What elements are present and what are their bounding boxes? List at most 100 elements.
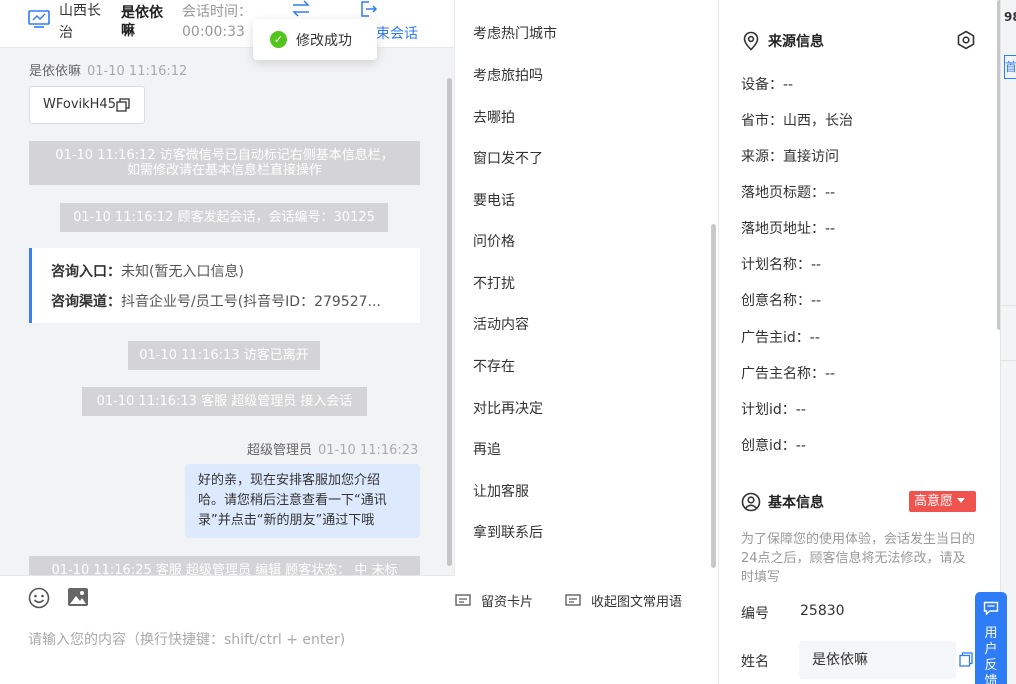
source-info-header: 来源信息 bbox=[741, 31, 824, 51]
toast-text: 修改成功 bbox=[296, 33, 352, 49]
quick-reply-panel: 考虑热门城市 考虑旅拍吗 去哪拍 窗口发不了 要电话 问价格 不打扰 活动内容 … bbox=[454, 0, 718, 576]
quick-reply-item[interactable]: 不打扰 bbox=[473, 273, 515, 293]
device-field: 设备：-- bbox=[741, 77, 794, 93]
chat-input-area: 留资卡片 收起图文常用语 请输入您的内容（换行快捷键：shift/ctrl + … bbox=[0, 575, 682, 684]
source-info-title: 来源信息 bbox=[768, 34, 824, 50]
card-icon bbox=[455, 594, 471, 606]
chat-scrollbar[interactable] bbox=[447, 78, 452, 566]
entry-value: 未知(暂无入口信息) bbox=[121, 264, 244, 280]
system-message: 01-10 11:16:25 客服 超级管理员 编辑 顾客状态： 中 未标 bbox=[29, 556, 420, 575]
quick-reply-item[interactable]: 考虑热门城市 bbox=[473, 23, 557, 43]
quick-reply-item[interactable]: 去哪拍 bbox=[473, 107, 515, 127]
channel-label: 咨询渠道： bbox=[51, 294, 121, 310]
customer-info-panel: 来源信息 设备：-- 省市：山西，长治 来源：直接访问 落地页标题：-- 落地页… bbox=[718, 0, 1002, 684]
feedback-label: 用户反馈 bbox=[984, 626, 998, 684]
intent-label: 高意愿 bbox=[914, 494, 954, 509]
edit-notice: 为了保障您的使用体验，会话发生当日的24点之后，顾客信息将无法修改，请及时填写 bbox=[741, 532, 976, 585]
visitor-message-meta: 是依依嘛 01-10 11:16:12 bbox=[29, 60, 187, 79]
chat-messages: 是依依嘛 01-10 11:16:12 WFovikH45 01-10 11:16… bbox=[0, 48, 454, 575]
agent-message-meta: 超级管理员 01-10 11:16:23 bbox=[247, 439, 418, 458]
quick-reply-item[interactable]: 再追 bbox=[473, 439, 501, 459]
copy-icon[interactable] bbox=[959, 652, 973, 667]
plan-id-field: 计划id：-- bbox=[741, 402, 806, 418]
edge-tab[interactable]: 首 bbox=[1004, 55, 1016, 79]
intent-dropdown[interactable]: 高意愿 bbox=[909, 491, 976, 512]
quick-reply-item[interactable]: 拿到联系后 bbox=[473, 522, 543, 542]
quick-reply-item[interactable]: 窗口发不了 bbox=[473, 148, 543, 168]
creative-id-field: 创意id：-- bbox=[741, 438, 806, 454]
number-label: 编号 bbox=[741, 606, 769, 622]
chat-header: 山西长治 是依依嘛 会话时间： 00:00:33 束会话 bbox=[0, 0, 454, 48]
lead-card-label: 留资卡片 bbox=[481, 595, 534, 610]
visitor-timestamp: 01-10 11:16:12 bbox=[87, 64, 188, 79]
background-page-edge: 98 首 bbox=[1000, 0, 1016, 684]
feedback-button[interactable]: 用户反馈 bbox=[975, 592, 1007, 684]
chat-panel: 山西长治 是依依嘛 会话时间： 00:00:33 束会话 ✓ 修改成功 是依依嘛… bbox=[0, 0, 682, 684]
quick-reply-item[interactable]: 考虑旅拍吗 bbox=[473, 65, 543, 85]
monitor-icon bbox=[28, 10, 50, 28]
session-time-label: 会话时间： bbox=[182, 4, 252, 20]
channel-value: 抖音企业号/员工号(抖音号ID：279527... bbox=[121, 294, 381, 310]
agent-sender: 超级管理员 bbox=[247, 443, 313, 458]
collapse-phrases-button[interactable]: 收起图文常用语 bbox=[565, 591, 682, 610]
name-field[interactable]: 是依依嘛 bbox=[799, 641, 956, 679]
number-value: 25830 bbox=[800, 603, 845, 619]
system-message-line: 如需修改请在基本信息栏直接操作 bbox=[126, 163, 322, 178]
system-message: 01-10 11:16:12 顾客发起会话，会话编号：30125 bbox=[60, 203, 388, 232]
source-field: 来源：直接访问 bbox=[741, 149, 839, 165]
feedback-icon bbox=[983, 601, 999, 615]
quick-reply-item[interactable]: 不存在 bbox=[473, 356, 515, 376]
copy-icon[interactable] bbox=[116, 98, 130, 112]
end-session-button[interactable]: 束会话 bbox=[376, 23, 418, 43]
visitor-location: 山西长治 bbox=[59, 3, 101, 41]
wechat-code-text: WFovikH45 bbox=[43, 97, 116, 112]
plan-name-field: 计划名称：-- bbox=[741, 257, 822, 273]
message-icon bbox=[565, 594, 581, 606]
location-pin-icon bbox=[743, 31, 759, 51]
quick-reply-item[interactable]: 活动内容 bbox=[473, 314, 529, 334]
transfer-icon[interactable] bbox=[290, 0, 312, 18]
advertiser-name-field: 广告主名称：-- bbox=[741, 366, 836, 382]
landing-url-field: 落地页地址：-- bbox=[741, 221, 836, 237]
exit-icon[interactable] bbox=[360, 0, 378, 18]
system-message: 01-10 11:16:13 访客已离开 bbox=[128, 341, 320, 370]
advertiser-id-field: 广告主id：-- bbox=[741, 330, 820, 346]
wechat-code-card[interactable]: WFovikH45 bbox=[29, 86, 145, 124]
caret-down-icon bbox=[957, 498, 966, 503]
quick-reply-item[interactable]: 要电话 bbox=[473, 190, 515, 210]
quick-reply-scrollbar[interactable] bbox=[711, 224, 716, 568]
session-time-value: 00:00:33 bbox=[182, 24, 245, 40]
image-icon[interactable] bbox=[67, 587, 89, 607]
agent-timestamp: 01-10 11:16:23 bbox=[318, 443, 419, 458]
agent-message-line: 好的亲，现在安排客服加您介绍 bbox=[198, 473, 381, 488]
creative-name-field: 创意名称：-- bbox=[741, 293, 822, 309]
quick-reply-item[interactable]: 对比再决定 bbox=[473, 398, 543, 418]
channel-row: 咨询渠道：抖音企业号/员工号(抖音号ID：279527... bbox=[51, 291, 381, 311]
consult-info-card: 咨询入口：未知(暂无入口信息) 咨询渠道：抖音企业号/员工号(抖音号ID：279… bbox=[29, 248, 420, 323]
agent-message-line: 录”并点击“新的朋友”通过下哦 bbox=[198, 513, 375, 528]
system-message: 01-10 11:16:12 访客微信号已自动标记右侧基本信息栏， 如需修改请在… bbox=[29, 141, 420, 185]
lead-card-button[interactable]: 留资卡片 bbox=[455, 591, 533, 610]
collapse-phrases-label: 收起图文常用语 bbox=[591, 595, 683, 610]
divider bbox=[1001, 305, 1016, 306]
basic-info-title: 基本信息 bbox=[768, 495, 824, 511]
system-message-line: 01-10 11:16:12 访客微信号已自动标记右侧基本信息栏， bbox=[55, 148, 394, 163]
entry-row: 咨询入口：未知(暂无入口信息) bbox=[51, 261, 244, 281]
system-message: 01-10 11:16:13 客服 超级管理员 接入会话 bbox=[82, 387, 367, 416]
visitor-sender: 是依依嘛 bbox=[29, 64, 82, 79]
basic-info-header: 基本信息 bbox=[741, 492, 824, 512]
emoji-icon[interactable] bbox=[28, 587, 50, 609]
quick-reply-item[interactable]: 问价格 bbox=[473, 231, 515, 251]
check-circle-icon: ✓ bbox=[270, 31, 287, 48]
visitor-name: 是依依嘛 bbox=[121, 5, 163, 39]
edge-number: 98 bbox=[1004, 10, 1016, 24]
agent-message-line: 哈。请您稍后注意查看一下“通讯 bbox=[198, 493, 387, 508]
message-input[interactable]: 请输入您的内容（换行快捷键：shift/ctrl + enter) bbox=[28, 629, 345, 649]
divider bbox=[1001, 360, 1016, 361]
user-circle-icon bbox=[741, 492, 761, 512]
settings-icon[interactable] bbox=[956, 30, 976, 50]
landing-title-field: 落地页标题：-- bbox=[741, 185, 836, 201]
name-label: 姓名 bbox=[741, 654, 769, 670]
agent-message-bubble: 好的亲，现在安排客服加您介绍 哈。请您稍后注意查看一下“通讯 录”并点击“新的朋… bbox=[185, 464, 420, 538]
quick-reply-item[interactable]: 让加客服 bbox=[473, 481, 529, 501]
